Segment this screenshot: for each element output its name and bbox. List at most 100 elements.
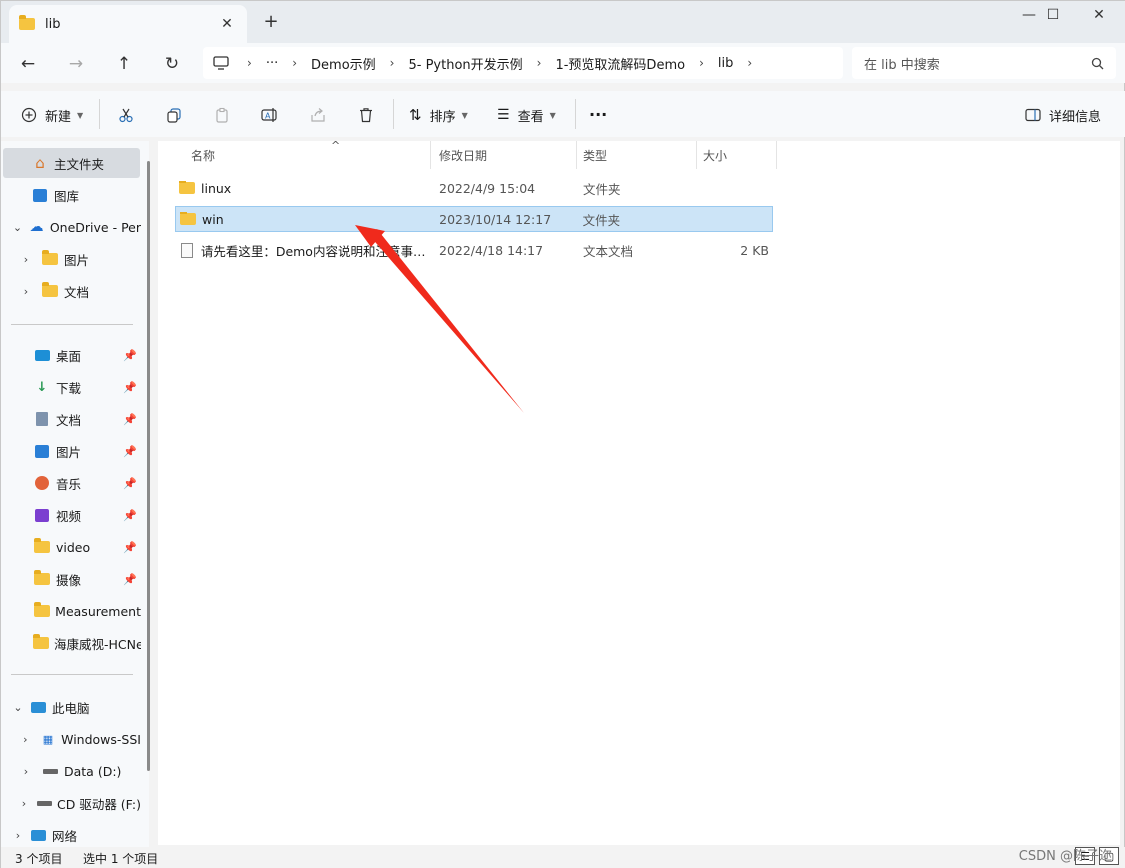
share-icon [311,108,325,122]
new-button-label: 新建 [45,109,72,125]
sort-ascending-icon: ^ [331,139,341,152]
sidebar-item-quick[interactable]: 音乐 📌 [1,468,141,498]
chevron-down-icon[interactable]: ⌄ [11,221,24,234]
new-tab-button[interactable]: + [261,11,281,32]
table-row-selected[interactable]: win 2023/10/14 12:17 文件夹 [175,206,773,232]
breadcrumb-item[interactable]: 1-预览取流解码Demo [545,54,695,73]
pin-icon: 📌 [123,412,137,426]
sidebar-item-drive[interactable]: › ▦ Windows-SSI [1,724,141,754]
paste-button[interactable] [211,102,233,128]
chevron-right-icon: › [247,56,252,70]
sidebar-item-quick[interactable]: video 📌 [1,532,141,562]
refresh-button[interactable]: ↻ [159,51,185,77]
table-row[interactable]: 请先看这里：Demo内容说明和注意事项... 2022/4/18 14:17 文… [175,237,773,263]
chevron-right-icon[interactable]: › [11,829,25,842]
folder-icon [19,15,35,30]
sort-button-label: 排序 [429,109,456,125]
rename-button[interactable]: A [259,102,281,128]
sidebar-item-quick[interactable]: 文档 📌 [1,404,141,434]
sidebar-scrollbar[interactable] [147,161,150,771]
details-pane-label: 详细信息 [1049,109,1102,125]
chevron-right-icon[interactable]: › [19,797,29,810]
sidebar-item-drive[interactable]: › Data (D:) [1,756,141,786]
scissors-icon [119,108,133,123]
view-list-icon: ☰ [497,107,510,123]
sidebar-item-quick[interactable]: 图片 📌 [1,436,141,466]
tab-close-icon[interactable]: ✕ [217,16,237,32]
trash-icon [360,108,372,123]
text-document-icon [181,242,193,258]
column-header-type[interactable]: 类型 [577,141,697,169]
breadcrumb-more[interactable]: ··· [256,56,288,71]
folder-icon [33,538,51,555]
maximize-button[interactable]: ☐ [1029,1,1077,29]
column-header-name[interactable]: 名称 ^ [185,139,431,169]
sidebar-item-label: 视频 [56,508,82,524]
chevron-right-icon[interactable]: › [19,253,33,266]
sidebar-item-drive[interactable]: › CD 驱动器 (F:) [1,788,141,818]
folder-icon [33,570,51,587]
details-pane-button[interactable]: 详细信息 [1025,102,1101,128]
breadcrumb-item[interactable]: Demo示例 [301,54,386,73]
search-placeholder: 在 lib 中搜索 [864,57,940,73]
column-header-date[interactable]: 修改日期 [433,141,577,169]
breadcrumb-item[interactable]: 5- Python开发示例 [398,54,532,73]
table-row[interactable]: linux 2022/4/9 15:04 文件夹 [175,175,773,201]
view-button[interactable]: ☰ 查看 ▼ [497,102,556,128]
column-header-label: 类型 [583,148,608,163]
copy-button[interactable] [163,102,185,128]
sidebar-divider [11,324,133,325]
breadcrumb-item-current[interactable]: lib [708,56,743,71]
sidebar-item-quick[interactable]: 摄像 📌 [1,564,141,594]
delete-button[interactable] [355,102,377,128]
navigation-row: ← → ↑ ↻ › ··· › Demo示例 › 5- Python开发示例 ›… [1,43,1125,83]
sidebar-item-quick[interactable]: 视频 📌 [1,500,141,530]
sidebar-item-quick[interactable]: Measurement [1,596,141,626]
sidebar-item-label: 图库 [54,188,80,204]
folder-icon [41,282,59,299]
folder-icon [41,250,59,267]
sidebar-item-od-pictures[interactable]: › 图片 [1,244,141,274]
chevron-down-icon: ▼ [549,110,556,120]
search-input[interactable]: 在 lib 中搜索 [852,47,1116,79]
chevron-right-icon[interactable]: › [19,285,33,298]
folder-icon [33,602,50,619]
sort-button[interactable]: ⇅ 排序 ▼ [409,102,468,128]
chevron-right-icon[interactable]: › [19,765,33,778]
sidebar-item-label: 网络 [52,828,78,844]
share-button[interactable] [307,102,329,128]
address-bar[interactable]: › ··· › Demo示例 › 5- Python开发示例 › 1-预览取流解… [203,47,843,79]
chevron-down-icon[interactable]: ⌄ [11,701,25,714]
status-bar: 3 个项目 选中 1 个项目 [1,847,1125,868]
drive-icon [41,763,59,779]
sidebar-item-home[interactable]: ⌂ 主文件夹 [3,148,140,178]
close-window-button[interactable]: ✕ [1075,1,1123,29]
chevron-right-icon[interactable]: › [19,733,32,746]
up-button[interactable]: ↑ [111,51,137,77]
forward-button[interactable]: → [63,51,89,77]
pictures-icon [33,443,51,459]
cd-drive-icon [37,795,52,811]
sidebar-item-this-pc[interactable]: ⌄ 此电脑 [1,692,141,722]
file-list: 名称 ^ 修改日期 类型 大小 linux 2022/4/9 15:04 文件夹… [158,139,1120,845]
sidebar-item-quick[interactable]: ↓ 下载 📌 [1,372,141,402]
new-button[interactable]: 新建 ▼ [21,102,83,128]
sidebar-item-quick[interactable]: 海康威视-HCNe [1,628,141,658]
sidebar-item-gallery[interactable]: 图库 [1,180,141,210]
back-button[interactable]: ← [15,51,41,77]
details-pane-icon [1025,108,1041,122]
cut-button[interactable] [115,102,137,128]
sidebar-item-od-documents[interactable]: › 文档 [1,276,141,306]
sidebar-item-network[interactable]: › 网络 [1,820,141,847]
tab-lib[interactable]: lib ✕ [9,5,247,43]
column-header-size[interactable]: 大小 [697,141,777,169]
sidebar-item-onedrive[interactable]: ⌄ ☁ OneDrive - Per [1,212,141,242]
gallery-icon [31,187,49,203]
file-type: 文本文档 [583,243,634,259]
chevron-right-icon[interactable]: › [743,56,756,70]
toolbar-divider [99,99,100,129]
more-options-button[interactable]: ··· [589,101,607,127]
sidebar-item-quick[interactable]: 桌面 📌 [1,340,141,370]
file-name: 请先看这里：Demo内容说明和注意事项... [200,243,433,259]
network-icon [29,827,47,843]
